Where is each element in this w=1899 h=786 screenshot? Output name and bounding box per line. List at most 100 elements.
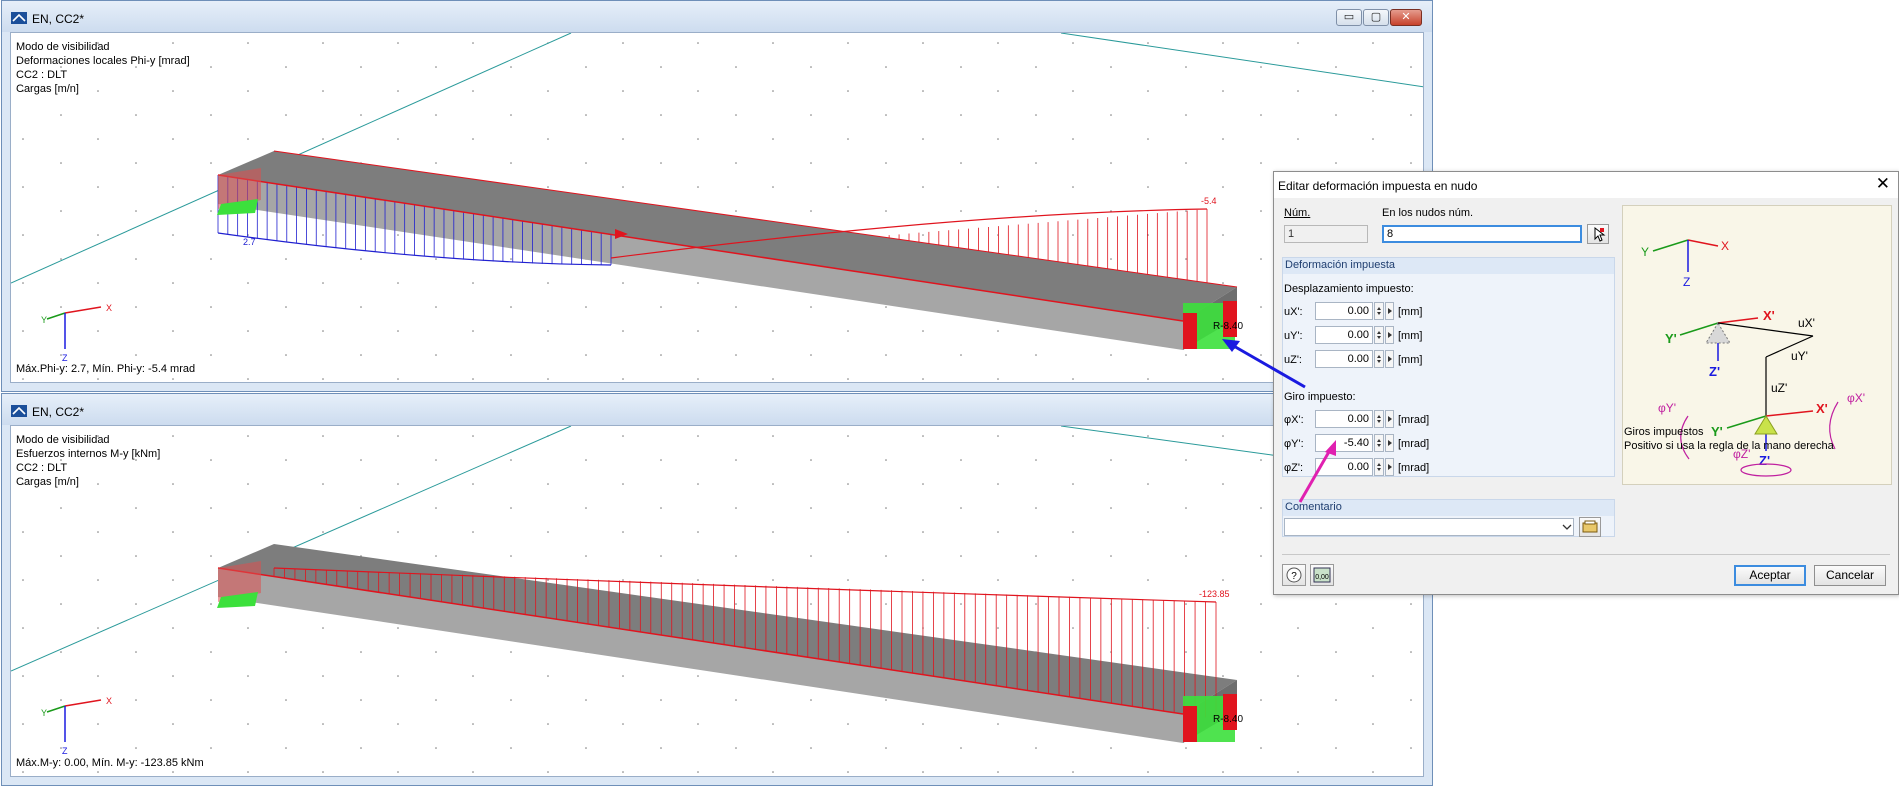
view-window-top[interactable]: EN, CC2* ▭ ▢ ✕ 2.7 -5.4 R-8.40 X Y Z Mod… <box>1 0 1433 392</box>
ux-unit: [mm] <box>1398 306 1423 318</box>
ok-button[interactable]: Aceptar <box>1734 565 1806 586</box>
phix-menu-arrow[interactable] <box>1385 410 1394 428</box>
svg-text:uZ': uZ' <box>1771 381 1787 395</box>
info-line: Esfuerzos internos M-y [kNm] <box>16 448 161 460</box>
ux-menu-arrow[interactable] <box>1385 302 1394 320</box>
minimize-button[interactable]: ▭ <box>1336 9 1362 26</box>
info-line: Cargas [m/n] <box>16 83 79 95</box>
image-caption-title: Giros impuestos <box>1624 426 1704 438</box>
uy-unit: [mm] <box>1398 330 1423 342</box>
svg-text:φY': φY' <box>1658 401 1676 415</box>
select-node-button[interactable] <box>1587 224 1609 244</box>
nodes-label: En los nudos núm. <box>1382 207 1474 219</box>
phiz-label: φZ': <box>1284 462 1304 474</box>
graphics-canvas[interactable]: -123.85 R-8.40 X Y Z Modo de visibilidad… <box>10 425 1424 777</box>
image-caption-text: Positivo si usa la regla de la mano dere… <box>1624 440 1834 452</box>
uz-spinner[interactable] <box>1374 350 1384 368</box>
dialog-title: Editar deformación impuesta en nudo <box>1278 179 1478 193</box>
value-right: -5.4 <box>1201 196 1217 206</box>
units-button[interactable]: 0,00 <box>1310 564 1334 586</box>
cancel-button[interactable]: Cancelar <box>1814 565 1886 586</box>
uy-label: uY': <box>1284 330 1303 342</box>
uy-spinner[interactable] <box>1374 326 1384 344</box>
max-min-summary: Máx.M-y: 0.00, Mín. M-y: -123.85 kNm <box>16 757 204 769</box>
phiy-menu-arrow[interactable] <box>1385 434 1394 452</box>
uz-label: uZ': <box>1284 354 1302 366</box>
phix-unit: [mrad] <box>1398 414 1430 426</box>
group-title: Deformación impuesta <box>1285 259 1396 271</box>
app-icon <box>11 12 27 24</box>
help-icon: ? <box>1286 567 1302 583</box>
value-left: 2.7 <box>243 237 256 247</box>
graphics-canvas[interactable]: 2.7 -5.4 R-8.40 X Y Z Modo de visibilida… <box>10 32 1424 383</box>
model-scene: 2.7 -5.4 R-8.40 X Y Z <box>11 33 1423 382</box>
comment-combobox[interactable] <box>1284 518 1574 536</box>
dialog-titlebar[interactable]: Editar deformación impuesta en nudo ✕ <box>1274 172 1898 198</box>
ux-label: uX': <box>1284 306 1303 318</box>
phiz-menu-arrow[interactable] <box>1385 458 1394 476</box>
phix-input[interactable]: 0.00 <box>1315 410 1373 428</box>
phiy-input[interactable]: -5.40 <box>1315 434 1373 452</box>
max-min-summary: Máx.Phi-y: 2.7, Mín. Phi-y: -5.4 mrad <box>16 363 196 375</box>
svg-text:X': X' <box>1816 401 1828 416</box>
app-icon <box>11 405 27 417</box>
uz-menu-arrow[interactable] <box>1385 350 1394 368</box>
phiy-label: φY': <box>1284 438 1304 450</box>
phiz-spinner[interactable] <box>1374 458 1384 476</box>
info-line: CC2 : DLT <box>16 69 68 81</box>
svg-text:Z': Z' <box>1759 453 1770 468</box>
library-icon <box>1582 520 1598 533</box>
phiy-spinner[interactable] <box>1374 434 1384 452</box>
view-window-bottom[interactable]: EN, CC2* -123.85 R-8.40 X Y Z Modo de vi… <box>1 393 1433 786</box>
window-titlebar[interactable]: EN, CC2* <box>2 394 1432 425</box>
support-label: R-8.40 <box>1213 714 1243 725</box>
svg-text:X: X <box>106 696 112 706</box>
comment-library-button[interactable] <box>1579 517 1601 537</box>
svg-text:?: ? <box>1291 571 1297 582</box>
maximize-button[interactable]: ▢ <box>1363 9 1389 26</box>
view-info: Modo de visibilidad Esfuerzos internos M… <box>16 433 160 489</box>
uz-input[interactable]: 0.00 <box>1315 350 1373 368</box>
ux-input[interactable]: 0.00 <box>1315 302 1373 320</box>
window-titlebar[interactable]: EN, CC2* ▭ ▢ ✕ <box>2 1 1432 32</box>
svg-text:Y': Y' <box>1665 331 1677 346</box>
phix-label: φX': <box>1284 414 1304 426</box>
rot-title: Giro impuesto: <box>1284 391 1356 403</box>
uz-unit: [mm] <box>1398 354 1423 366</box>
edit-imposed-deformation-dialog[interactable]: Editar deformación impuesta en nudo ✕ Nú… <box>1273 171 1899 595</box>
svg-text:Z: Z <box>62 746 68 756</box>
svg-text:Z': Z' <box>1709 364 1720 379</box>
help-button[interactable]: ? <box>1282 564 1306 586</box>
info-line: CC2 : DLT <box>16 462 68 474</box>
view-info: Modo de visibilidad Deformaciones locale… <box>16 40 190 96</box>
divider <box>1282 554 1890 555</box>
nodes-field[interactable]: 8 <box>1382 225 1582 243</box>
svg-text:Y: Y <box>1641 245 1649 259</box>
decimal-units-icon: 0,00 <box>1313 567 1331 583</box>
svg-text:Z: Z <box>1683 275 1690 289</box>
num-label: Núm. <box>1284 207 1311 219</box>
svg-text:Y: Y <box>41 315 47 325</box>
svg-text:uY': uY' <box>1791 349 1808 363</box>
svg-text:X': X' <box>1763 308 1775 323</box>
phix-spinner[interactable] <box>1374 410 1384 428</box>
info-line: Deformaciones locales Phi-y [mrad] <box>16 55 190 67</box>
svg-text:X: X <box>106 303 112 313</box>
uy-input[interactable]: 0.00 <box>1315 326 1373 344</box>
close-icon[interactable]: ✕ <box>1876 174 1890 194</box>
chevron-down-icon[interactable] <box>1562 523 1572 531</box>
disp-title: Desplazamiento impuesto: <box>1284 283 1414 295</box>
phiz-unit: [mrad] <box>1398 462 1430 474</box>
svg-text:Y': Y' <box>1711 424 1723 439</box>
pick-cursor-icon <box>1594 226 1606 242</box>
uy-menu-arrow[interactable] <box>1385 326 1394 344</box>
num-field[interactable]: 1 <box>1284 225 1368 243</box>
svg-text:X: X <box>1721 239 1729 253</box>
phiz-input[interactable]: 0.00 <box>1315 458 1373 476</box>
value-right: -123.85 <box>1199 589 1230 599</box>
ux-spinner[interactable] <box>1374 302 1384 320</box>
comment-label: Comentario <box>1285 501 1342 513</box>
close-button[interactable]: ✕ <box>1390 9 1422 26</box>
svg-text:Z: Z <box>62 353 68 363</box>
model-scene: -123.85 R-8.40 X Y Z <box>11 426 1423 776</box>
